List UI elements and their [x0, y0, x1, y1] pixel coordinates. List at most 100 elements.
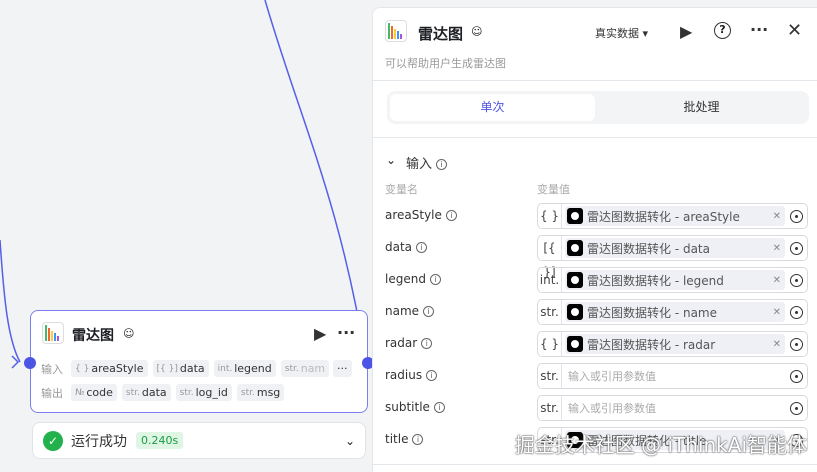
edge-line: [264, 0, 367, 363]
param-name: radius i: [385, 368, 438, 382]
reference-picker-icon[interactable]: [790, 242, 803, 255]
clear-icon[interactable]: ✕: [773, 211, 781, 222]
reference-chip[interactable]: 雷达图数据转化 - radar ✕: [565, 334, 785, 354]
panel-description: 可以帮助用户生成雷达图: [385, 57, 506, 70]
data-mode-dropdown[interactable]: 真实数据 ▾: [595, 25, 648, 41]
chart-logo-icon: [385, 20, 407, 42]
run-icon[interactable]: ▶: [314, 324, 326, 343]
param-row: legend i int. 雷达图数据转化 - legend ✕: [385, 267, 809, 293]
param-row: subtitle i str. 输入或引用参数值: [385, 395, 809, 421]
param-row: areaStyle i { } 雷达图数据转化 - areaStyle ✕: [385, 203, 809, 229]
reference-picker-icon[interactable]: [790, 274, 803, 287]
param-value-field[interactable]: { } 雷达图数据转化 - radar ✕: [537, 331, 808, 357]
reference-chip[interactable]: 雷达图数据转化 - legend ✕: [565, 270, 785, 290]
more-icon[interactable]: ···: [337, 323, 355, 342]
output-tag: str. log_id: [175, 384, 232, 401]
reference-picker-icon[interactable]: [790, 306, 803, 319]
info-icon: i: [412, 434, 424, 445]
radar-chart-node[interactable]: 雷达图 ☺ ▶ ··· 输入 { } areaStyle [{ }] data in…: [24, 310, 374, 413]
info-icon: i: [426, 370, 438, 381]
output-tag: str. data: [121, 384, 171, 401]
param-name: areaStyle i: [385, 208, 457, 222]
run-icon[interactable]: ▶: [680, 22, 692, 41]
info-icon: i: [421, 338, 433, 349]
plugin-icon: ☺: [123, 327, 135, 340]
node-detail-panel: 雷达图 ☺ 真实数据 ▾ ▶ ? ··· ✕ 可以帮助用户生成雷达图 单次 批处…: [372, 7, 817, 472]
reference-chip[interactable]: 雷达图数据转化 - areaStyle ✕: [565, 206, 785, 226]
input-tag: [{ }] data: [152, 360, 209, 377]
panel-title: 雷达图: [418, 25, 464, 43]
node-title: 雷达图: [72, 328, 114, 344]
param-value-field[interactable]: str. 输入或引用参数值: [537, 363, 808, 389]
mode-tabs: 单次 批处理: [387, 91, 809, 124]
plugin-avatar-icon: [567, 272, 583, 288]
clear-icon[interactable]: ✕: [773, 275, 781, 286]
info-icon: i: [416, 242, 428, 253]
type-label: str.: [538, 364, 562, 388]
value-input[interactable]: 输入或引用参数值: [568, 368, 656, 384]
clear-icon[interactable]: ✕: [773, 339, 781, 350]
more-icon[interactable]: ···: [750, 20, 768, 39]
input-tag: { } areaStyle: [71, 360, 148, 377]
param-value-field[interactable]: [{ }] 雷达图数据转化 - data ✕: [537, 235, 808, 279]
type-label: { }: [538, 204, 562, 228]
reference-picker-icon[interactable]: [790, 370, 803, 383]
tab-batch[interactable]: 批处理: [599, 94, 804, 121]
type-label: int.: [538, 268, 562, 292]
plugin-avatar-icon: [567, 240, 583, 256]
output-tag: str. msg: [236, 384, 285, 401]
node-inputs: 输入 { } areaStyle [{ }] data int. legend str…: [41, 360, 331, 377]
param-row: radar i { } 雷达图数据转化 - radar ✕: [385, 331, 809, 357]
param-value-field[interactable]: str. 输入或引用参数值: [537, 395, 808, 421]
param-name: title i: [385, 432, 424, 446]
param-row: data i [{ }] 雷达图数据转化 - data ✕: [385, 235, 809, 279]
type-label: str.: [538, 396, 562, 420]
value-input[interactable]: 输入或引用参数值: [568, 400, 656, 416]
chart-logo-icon: [42, 322, 64, 344]
reference-picker-icon[interactable]: [790, 210, 803, 223]
collapse-icon[interactable]: ⌄: [386, 153, 396, 167]
output-label: 输出: [41, 386, 63, 400]
col-name-header: 变量名: [385, 183, 418, 196]
param-name: radar i: [385, 336, 433, 350]
divider: [373, 464, 817, 465]
run-status[interactable]: ✓ 运行成功 0.240s ⌄: [32, 422, 366, 459]
clear-icon[interactable]: ✕: [773, 243, 781, 254]
reference-text: 雷达图数据转化 - data: [587, 241, 710, 256]
info-icon: i: [433, 402, 445, 413]
node-outputs: 输出 № code str. data str. log_id str. msg: [41, 384, 289, 401]
status-text: 运行成功: [71, 433, 127, 450]
tab-single[interactable]: 单次: [390, 94, 595, 121]
plugin-avatar-icon: [567, 208, 583, 224]
type-label: str.: [538, 300, 562, 324]
type-label: [{ }]: [538, 236, 562, 279]
col-value-header: 变量值: [537, 183, 570, 196]
divider: [373, 137, 817, 138]
divider: [373, 80, 817, 81]
param-name: name i: [385, 304, 435, 318]
input-label: 输入: [41, 362, 63, 376]
section-title: 输入 i: [406, 153, 448, 172]
success-icon: ✓: [43, 430, 63, 451]
reference-text: 雷达图数据转化 - radar: [587, 337, 716, 352]
reference-picker-icon[interactable]: [790, 402, 803, 415]
clear-icon[interactable]: ✕: [773, 307, 781, 318]
plugin-icon: ☺: [471, 25, 483, 38]
param-value-field[interactable]: str. 雷达图数据转化 - name ✕: [537, 299, 808, 325]
input-tag: str. nam: [280, 360, 330, 377]
output-tag: № code: [71, 384, 117, 401]
input-tag: int. legend: [213, 360, 276, 377]
reference-picker-icon[interactable]: [790, 338, 803, 351]
reference-text: 雷达图数据转化 - areaStyle: [587, 209, 740, 224]
help-icon[interactable]: ?: [714, 22, 731, 39]
reference-chip[interactable]: 雷达图数据转化 - name ✕: [565, 302, 785, 322]
run-time-badge: 0.240s: [136, 432, 184, 449]
input-port[interactable]: [24, 357, 36, 369]
close-icon[interactable]: ✕: [787, 20, 802, 41]
param-name: legend i: [385, 272, 441, 286]
chevron-down-icon[interactable]: ⌄: [345, 434, 355, 448]
param-value-field[interactable]: int. 雷达图数据转化 - legend ✕: [537, 267, 808, 293]
reference-chip[interactable]: 雷达图数据转化 - data ✕: [565, 238, 785, 258]
more-inputs-button[interactable]: ···: [333, 360, 352, 377]
param-value-field[interactable]: { } 雷达图数据转化 - areaStyle ✕: [537, 203, 808, 229]
